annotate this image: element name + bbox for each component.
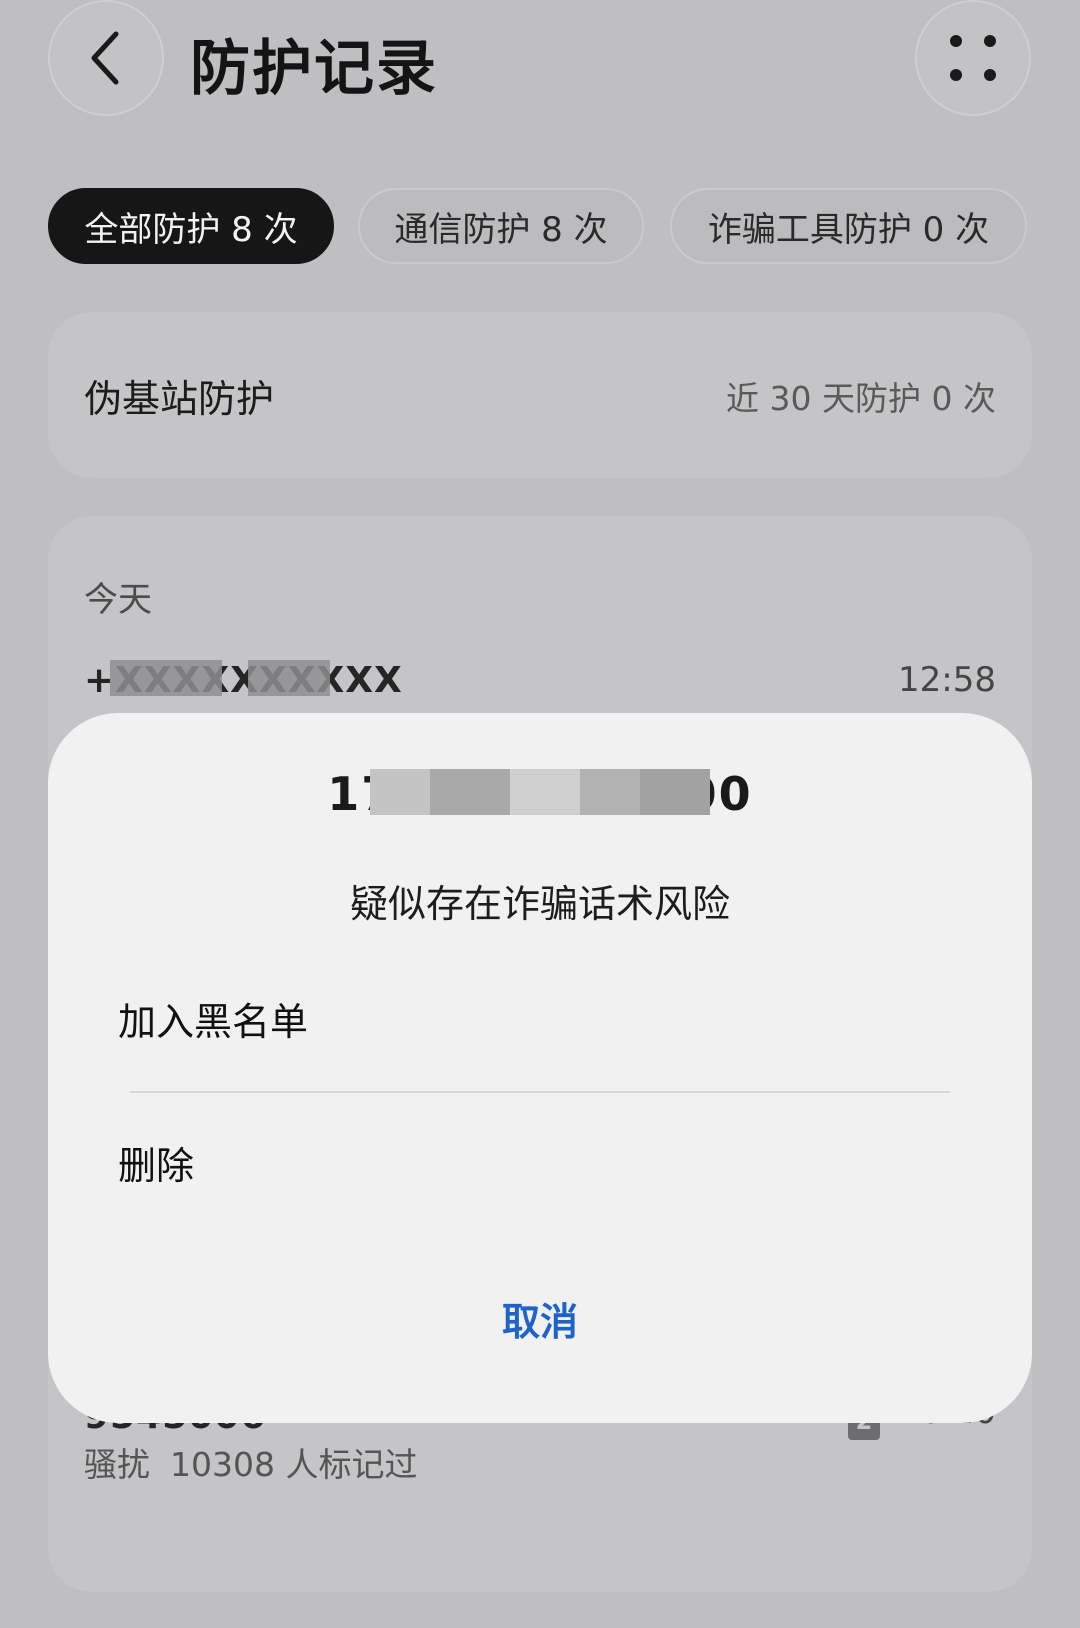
record-time-1: 12:58 <box>898 660 996 700</box>
protection-records-screen: 防护记录 全部防护 8 次 通信防护 8 次 诈骗工具防护 0 次 伪基站防护 … <box>0 0 1080 1628</box>
four-dots-icon <box>950 35 996 81</box>
redaction-mosaic <box>248 660 330 696</box>
section-today-label: 今天 <box>84 580 152 620</box>
record-mark-count-2: 10308 人标记过 <box>170 1445 418 1484</box>
record-action-dialog: 17XXXXX12000 疑似存在诈骗话术风险 加入黑名单 删除 取消 <box>48 713 1032 1423</box>
base-station-stat: 近 30 天防护 0 次 <box>726 379 996 418</box>
add-to-blacklist-option[interactable]: 加入黑名单 <box>118 991 308 1046</box>
cancel-button[interactable]: 取消 <box>48 1291 1032 1346</box>
dialog-risk-message: 疑似存在诈骗话术风险 <box>349 882 730 926</box>
filter-chip-communication[interactable]: 通信防护 8 次 <box>358 188 644 264</box>
base-station-title: 伪基站防护 <box>84 377 275 421</box>
delete-option[interactable]: 删除 <box>118 1135 194 1190</box>
page-title: 防护记录 <box>190 34 438 104</box>
back-arrow-icon <box>91 31 119 85</box>
fake-base-station-card[interactable]: 伪基站防护 近 30 天防护 0 次 <box>48 312 1032 478</box>
dialog-divider <box>130 1091 950 1093</box>
filter-chip-fraud-tools[interactable]: 诈骗工具防护 0 次 <box>670 188 1027 264</box>
redaction-mosaic <box>370 769 710 815</box>
more-options-button[interactable] <box>915 0 1031 116</box>
record-tag-2: 骚扰 <box>84 1445 150 1484</box>
redaction-mosaic <box>110 660 222 696</box>
filter-chip-all[interactable]: 全部防护 8 次 <box>48 188 334 264</box>
back-button[interactable] <box>48 0 164 116</box>
